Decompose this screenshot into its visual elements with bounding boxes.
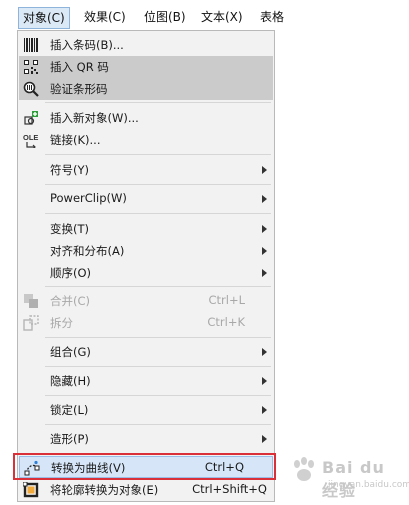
menu-item-shortcut: Ctrl+Shift+Q xyxy=(192,482,267,496)
menubar-text[interactable]: 文本(X) xyxy=(201,7,243,27)
menu-item-transform[interactable]: 变换(T) xyxy=(19,218,273,240)
menu-separator xyxy=(45,395,271,396)
menu-item-label: 将轮廓转换为对象(E) xyxy=(50,483,159,497)
submenu-arrow-icon xyxy=(262,435,267,443)
menu-item-label: 锁定(L) xyxy=(50,403,89,417)
menu-item-combine: 合并(C) Ctrl+L xyxy=(19,290,273,312)
menu-item-hide[interactable]: 隐藏(H) xyxy=(19,370,273,392)
new-object-icon xyxy=(23,110,39,126)
menu-separator xyxy=(45,337,271,338)
menu-item-shortcut: Ctrl+K xyxy=(207,315,245,329)
menu-item-label: 对齐和分布(A) xyxy=(50,244,125,258)
menubar-bitmaps[interactable]: 位图(B) xyxy=(144,7,186,27)
menu-item-align-distribute[interactable]: 对齐和分布(A) xyxy=(19,240,273,262)
menu-separator xyxy=(45,286,271,287)
combine-icon xyxy=(23,293,39,309)
menubar-table[interactable]: 表格 xyxy=(260,7,284,27)
menu-item-symbol[interactable]: 符号(Y) xyxy=(19,159,273,181)
menu-separator xyxy=(45,424,271,425)
menu-item-lock[interactable]: 锁定(L) xyxy=(19,399,273,421)
menu-bar: 对象(C) 效果(C) 位图(B) 文本(X) 表格 xyxy=(0,0,409,30)
menu-item-insert-qr[interactable]: 插入 QR 码 xyxy=(19,56,273,78)
menu-item-group[interactable]: 组合(G) xyxy=(19,341,273,363)
object-menu: 插入条码(B)... 插入 QR 码 验证条形码 插入新对象(W)... OLE… xyxy=(17,30,275,502)
submenu-arrow-icon xyxy=(262,377,267,385)
menu-separator xyxy=(45,366,271,367)
menu-item-powerclip[interactable]: PowerClip(W) xyxy=(19,188,273,210)
watermark-url: jingyan.baidu.com xyxy=(328,480,409,490)
menu-separator xyxy=(45,154,271,155)
svg-text:OLE: OLE xyxy=(23,133,38,142)
menu-item-break-apart: 拆分 Ctrl+K xyxy=(19,312,273,334)
menu-item-shortcut: Ctrl+L xyxy=(208,293,245,307)
menu-item-label: 变换(T) xyxy=(50,222,89,236)
paw-logo-icon xyxy=(294,457,314,481)
submenu-arrow-icon xyxy=(262,406,267,414)
qr-code-icon xyxy=(23,59,39,75)
menu-item-shaping[interactable]: 造形(P) xyxy=(19,428,273,450)
menu-item-label: 拆分 xyxy=(50,316,73,330)
menu-item-links[interactable]: OLE 链接(K)... xyxy=(19,129,273,151)
menu-item-label: 造形(P) xyxy=(50,432,89,446)
menu-item-label: PowerClip(W) xyxy=(50,191,127,205)
menu-item-label: 顺序(O) xyxy=(50,266,92,280)
menu-item-label: 链接(K)... xyxy=(50,133,101,147)
magnifier-barcode-icon xyxy=(23,81,39,97)
submenu-arrow-icon xyxy=(262,195,267,203)
submenu-arrow-icon xyxy=(262,269,267,277)
submenu-arrow-icon xyxy=(262,166,267,174)
menu-item-insert-new-object[interactable]: 插入新对象(W)... xyxy=(19,107,273,129)
submenu-arrow-icon xyxy=(262,225,267,233)
submenu-arrow-icon xyxy=(262,348,267,356)
menu-item-convert-outline[interactable]: 将轮廓转换为对象(E) Ctrl+Shift+Q xyxy=(19,479,273,501)
submenu-arrow-icon xyxy=(262,247,267,255)
menubar-object[interactable]: 对象(C) xyxy=(18,7,70,29)
ole-link-icon: OLE xyxy=(23,132,39,150)
menu-item-label: 插入 QR 码 xyxy=(50,60,109,74)
menu-separator xyxy=(45,184,271,185)
menu-separator xyxy=(45,213,271,214)
menu-item-insert-barcode[interactable]: 插入条码(B)... xyxy=(19,34,273,56)
menubar-effects[interactable]: 效果(C) xyxy=(84,7,126,27)
menu-separator xyxy=(45,102,271,103)
menu-item-label: 合并(C) xyxy=(50,294,91,308)
break-apart-icon xyxy=(23,315,39,331)
watermark: Bai du 经验 jingyan.baidu.com xyxy=(288,452,409,500)
annotation-highlight-box xyxy=(13,453,276,480)
menu-item-label: 组合(G) xyxy=(50,345,91,359)
menu-item-label: 插入条码(B)... xyxy=(50,38,124,52)
menu-item-order[interactable]: 顺序(O) xyxy=(19,262,273,284)
menu-item-verify-barcode[interactable]: 验证条形码 xyxy=(19,78,273,100)
barcode-icon xyxy=(23,37,39,53)
menu-item-label: 隐藏(H) xyxy=(50,374,91,388)
outline-to-object-icon xyxy=(22,481,39,498)
menu-item-label: 验证条形码 xyxy=(50,82,108,96)
menu-item-label: 插入新对象(W)... xyxy=(50,111,139,125)
menu-item-label: 符号(Y) xyxy=(50,163,89,177)
